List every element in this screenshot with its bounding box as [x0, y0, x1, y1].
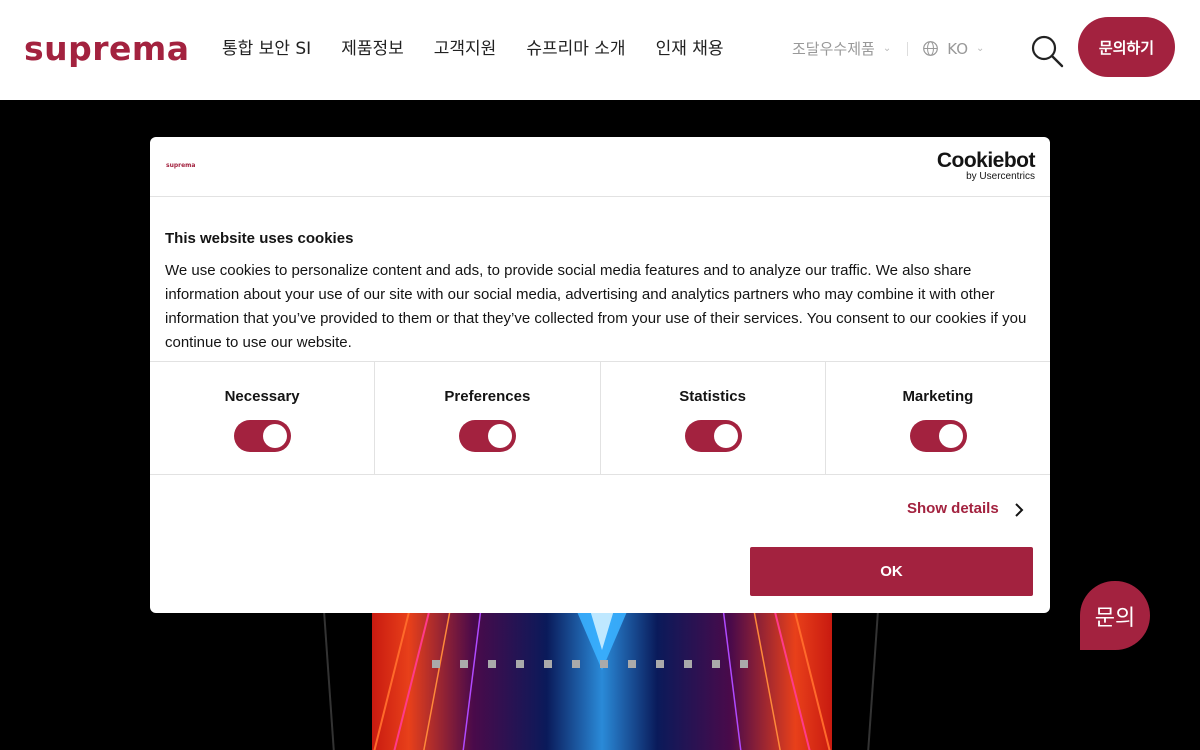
hero-frame-right: [853, 612, 879, 750]
slide-dot[interactable]: [740, 660, 748, 668]
cookiebot-brand: Cookiebot: [936, 149, 1036, 172]
slide-dot[interactable]: [572, 660, 580, 668]
hero-light-graphic: [373, 600, 831, 750]
nav-item-careers[interactable]: 인재 채용: [656, 36, 724, 62]
slide-dot[interactable]: [656, 660, 664, 668]
slide-pagination: [432, 660, 748, 668]
marketing-toggle[interactable]: [909, 420, 967, 452]
necessary-toggle[interactable]: [234, 420, 292, 452]
category-label: Marketing: [902, 388, 974, 405]
site-header: suprema 통합 보안 SI 제품정보 고객지원 슈프리마 소개 인재 채용…: [0, 0, 1200, 100]
nav-item-support[interactable]: 고객지원: [434, 36, 497, 62]
floating-inquiry-button[interactable]: 문의: [1080, 581, 1150, 650]
slide-dot[interactable]: [460, 660, 468, 668]
dialog-description: We use cookies to personalize content an…: [165, 262, 1027, 351]
hero-image: [372, 600, 832, 750]
chevron-right-icon[interactable]: [1012, 503, 1026, 517]
cookiebot-sub: by Usercentrics: [966, 171, 1035, 182]
slide-dot[interactable]: [432, 660, 440, 668]
main-nav: 통합 보안 SI 제품정보 고객지원 슈프리마 소개 인재 채용: [222, 36, 724, 62]
dialog-header: suprema Cookiebot by Usercentrics: [150, 137, 1050, 197]
category-label: Statistics: [679, 388, 746, 405]
procurement-dropdown[interactable]: 조달우수제품: [792, 38, 875, 59]
globe-icon: [923, 41, 939, 56]
show-details-link[interactable]: Show details: [907, 500, 999, 517]
category-necessary: Necessary: [150, 362, 376, 474]
site-logo: suprema: [166, 162, 196, 169]
toggle-knob: [938, 424, 963, 448]
chevron-down-icon: ⌄: [882, 43, 892, 54]
chevron-down-icon: ⌄: [976, 43, 985, 54]
toggle-knob: [713, 424, 738, 448]
category-marketing: Marketing: [826, 362, 1050, 474]
language-selector[interactable]: KO: [947, 40, 968, 58]
category-label: Necessary: [224, 388, 300, 405]
category-label: Preferences: [444, 388, 531, 405]
slide-dot[interactable]: [684, 660, 692, 668]
nav-item-about[interactable]: 슈프리마 소개: [526, 36, 625, 62]
cookiebot-logo: Cookiebot by Usercentrics: [936, 149, 1036, 182]
inquiry-button[interactable]: 문의하기: [1078, 17, 1175, 77]
nav-item-products[interactable]: 제품정보: [341, 36, 404, 62]
slide-dot[interactable]: [628, 660, 636, 668]
toggle-knob: [488, 424, 513, 448]
nav-item-integrated-security[interactable]: 통합 보안 SI: [222, 36, 311, 62]
utility-bar: 조달우수제품 ⌄ KO ⌄: [792, 38, 984, 59]
slide-dot[interactable]: [600, 660, 608, 668]
category-statistics: Statistics: [601, 362, 826, 474]
slide-dot[interactable]: [544, 660, 552, 668]
divider: [907, 41, 909, 56]
category-preferences: Preferences: [375, 362, 601, 474]
hero-frame-left: [323, 612, 349, 750]
suprema-logo[interactable]: suprema: [24, 30, 190, 68]
statistics-toggle[interactable]: [684, 420, 742, 452]
toggle-knob: [263, 424, 288, 448]
dialog-title: This website uses cookies: [165, 230, 354, 247]
ok-button[interactable]: OK: [750, 547, 1033, 596]
consent-categories: Necessary Preferences Statistics Marketi…: [150, 361, 1050, 475]
cookie-consent-dialog: suprema Cookiebot by Usercentrics This w…: [150, 137, 1050, 613]
search-icon[interactable]: [1030, 34, 1064, 68]
slide-dot[interactable]: [516, 660, 524, 668]
slide-dot[interactable]: [712, 660, 720, 668]
slide-dot[interactable]: [488, 660, 496, 668]
preferences-toggle[interactable]: [459, 420, 517, 452]
